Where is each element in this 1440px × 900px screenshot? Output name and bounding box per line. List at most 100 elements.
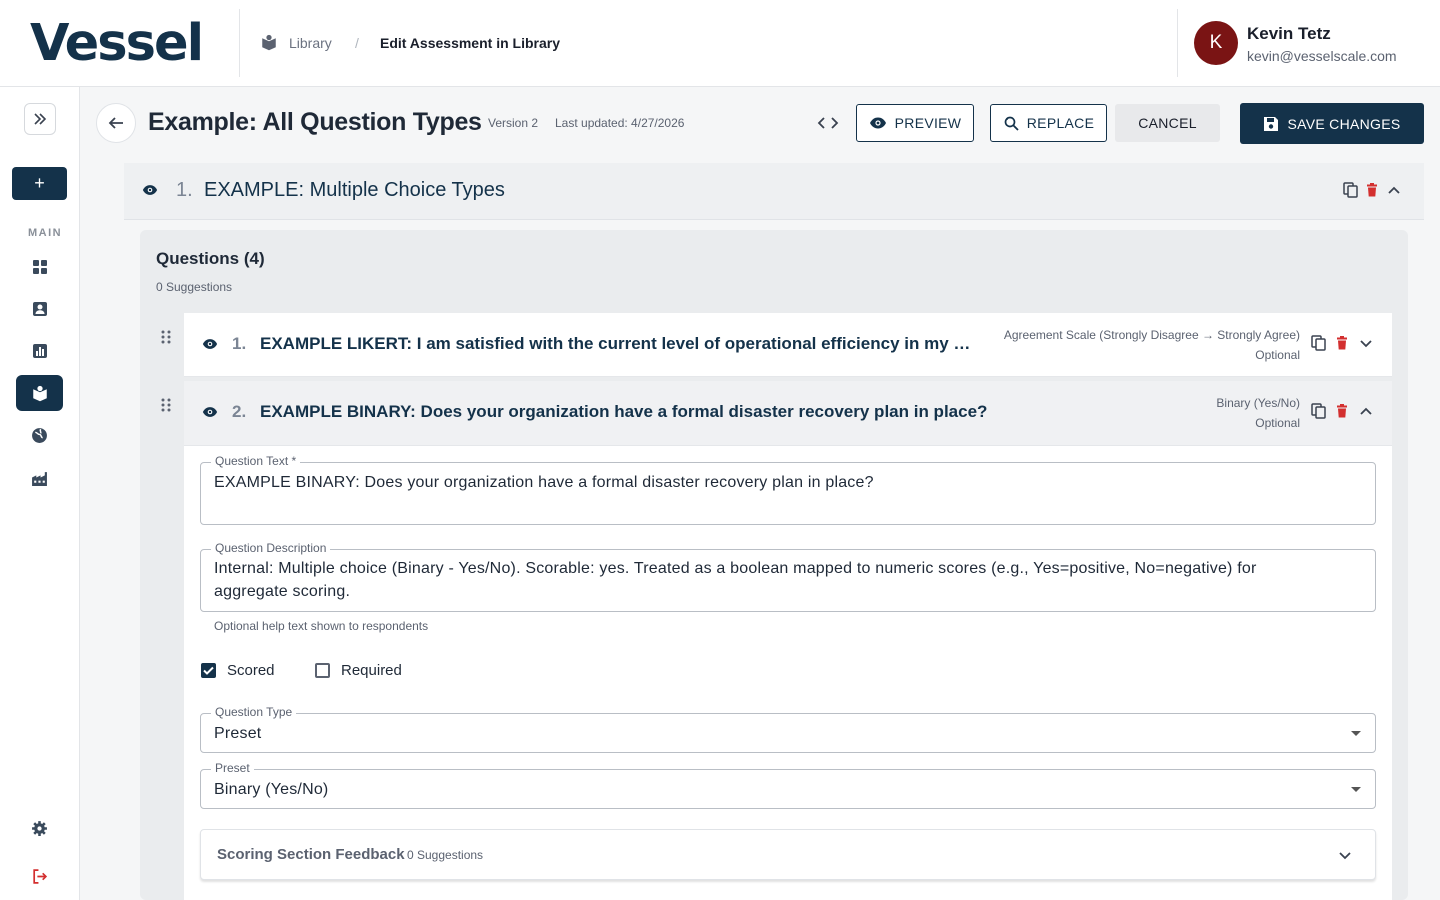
section-actions bbox=[1343, 182, 1402, 198]
add-button[interactable]: + bbox=[12, 167, 67, 200]
question-type-label: Question Type bbox=[211, 705, 297, 719]
required-checkbox[interactable] bbox=[315, 663, 330, 678]
question-type-select[interactable]: Question Type Preset bbox=[200, 705, 1376, 753]
section-number: 1. bbox=[176, 179, 193, 201]
replace-button[interactable]: REPLACE bbox=[990, 104, 1107, 142]
eye-icon[interactable] bbox=[202, 406, 218, 418]
code-view-button[interactable] bbox=[814, 110, 842, 136]
section-title: EXAMPLE: Multiple Choice Types bbox=[204, 179, 505, 201]
question-description-value[interactable]: Internal: Multiple choice (Binary - Yes/… bbox=[214, 557, 1315, 603]
question-type-value: Preset bbox=[214, 725, 262, 742]
preview-label: PREVIEW bbox=[894, 115, 962, 131]
nav-globe[interactable] bbox=[16, 417, 63, 453]
question-meta: Agreement Scale (Strongly Disagree → Str… bbox=[1004, 325, 1300, 365]
dropdown-caret-icon bbox=[1351, 787, 1361, 792]
question-text: EXAMPLE LIKERT: I am satisfied with the … bbox=[260, 334, 978, 353]
chevron-up-icon[interactable] bbox=[1358, 403, 1374, 419]
preview-button[interactable]: PREVIEW bbox=[856, 104, 974, 142]
dashboard-icon bbox=[32, 260, 47, 274]
vessel-logo[interactable]: Vessel bbox=[30, 14, 204, 73]
chevron-up-icon[interactable] bbox=[1386, 182, 1402, 198]
drag-handle-icon[interactable] bbox=[161, 330, 171, 344]
preset-label: Preset bbox=[211, 761, 254, 775]
copy-icon[interactable] bbox=[1311, 335, 1326, 351]
chevron-down-icon[interactable] bbox=[1358, 335, 1374, 351]
user-email: kevin@vesselscale.com bbox=[1247, 48, 1397, 64]
cancel-button[interactable]: CANCEL bbox=[1115, 104, 1220, 142]
question-actions bbox=[1311, 335, 1374, 351]
question-row[interactable]: 2. EXAMPLE BINARY: Does your organizatio… bbox=[184, 381, 1392, 446]
question-number: 1. bbox=[232, 334, 247, 353]
question-actions bbox=[1311, 403, 1374, 419]
last-updated-label: Last updated: 4/27/2026 bbox=[555, 116, 685, 130]
save-changes-button[interactable]: SAVE CHANGES bbox=[1240, 103, 1424, 144]
required-label[interactable]: Required bbox=[341, 662, 402, 679]
question-required-state: Optional bbox=[1255, 348, 1300, 362]
version-label: Version 2 bbox=[488, 116, 539, 130]
questions-heading: Questions (4) bbox=[156, 249, 265, 268]
chevron-down-icon[interactable] bbox=[1337, 847, 1353, 863]
section-header[interactable]: 1. EXAMPLE: Multiple Choice Types bbox=[124, 163, 1424, 220]
scoring-feedback-title: Scoring Section Feedback bbox=[217, 846, 405, 863]
suggestions-count: 0 Suggestions bbox=[156, 280, 233, 294]
eye-icon[interactable] bbox=[202, 338, 218, 350]
logout-icon bbox=[33, 868, 48, 884]
sidebar: + MAIN bbox=[0, 87, 80, 900]
replace-label: REPLACE bbox=[1026, 115, 1095, 131]
breadcrumb-separator: / bbox=[355, 35, 359, 51]
library-icon bbox=[262, 34, 276, 51]
double-chevron-right-icon bbox=[34, 113, 47, 125]
eye-icon[interactable] bbox=[142, 184, 158, 196]
find-replace-icon bbox=[1004, 116, 1019, 131]
arrow-left-icon bbox=[108, 117, 123, 129]
top-bar: Vessel Library / Edit Assessment in Libr… bbox=[0, 0, 1440, 87]
nav-dashboard[interactable] bbox=[16, 249, 63, 285]
scoring-feedback-accordion[interactable]: Scoring Section Feedback 0 Suggestions bbox=[200, 829, 1376, 880]
dropdown-caret-icon bbox=[1351, 731, 1361, 736]
globe-icon bbox=[32, 427, 47, 443]
question-description-field[interactable]: Question Description Internal: Multiple … bbox=[200, 541, 1376, 612]
breadcrumb-current: Edit Assessment in Library bbox=[380, 35, 560, 51]
settings-icon bbox=[32, 820, 47, 836]
code-icon bbox=[817, 117, 839, 129]
copy-icon[interactable] bbox=[1311, 403, 1326, 419]
helper-text: Optional help text shown to respondents bbox=[214, 619, 429, 633]
check-icon bbox=[203, 666, 214, 675]
scored-checkbox[interactable] bbox=[201, 663, 216, 678]
question-required-state: Optional bbox=[1255, 416, 1300, 430]
question-text-value[interactable]: EXAMPLE BINARY: Does your organization h… bbox=[214, 471, 874, 494]
preset-value: Binary (Yes/No) bbox=[214, 781, 329, 798]
question-meta: Binary (Yes/No) Optional bbox=[1216, 393, 1300, 433]
question-text-field[interactable]: Question Text * EXAMPLE BINARY: Does you… bbox=[200, 454, 1376, 525]
drag-handle-icon[interactable] bbox=[161, 398, 171, 412]
question-row[interactable]: 1. EXAMPLE LIKERT: I am satisfied with t… bbox=[184, 313, 1392, 377]
scoring-feedback-suggestions: 0 Suggestions bbox=[407, 848, 484, 862]
preset-select[interactable]: Preset Binary (Yes/No) bbox=[200, 761, 1376, 809]
nav-contacts[interactable] bbox=[16, 291, 63, 327]
copy-icon[interactable] bbox=[1343, 182, 1358, 198]
nav-library[interactable] bbox=[16, 375, 63, 411]
avatar[interactable]: K bbox=[1194, 21, 1238, 65]
factory-icon bbox=[32, 471, 47, 486]
question-scale: Agreement Scale (Strongly Disagree → Str… bbox=[1003, 328, 1300, 342]
trash-icon[interactable] bbox=[1336, 404, 1348, 418]
nav-factory[interactable] bbox=[16, 460, 63, 496]
save-icon bbox=[1264, 116, 1279, 131]
nav-section-label: MAIN bbox=[28, 227, 63, 239]
nav-logout[interactable] bbox=[16, 858, 63, 894]
expand-sidebar-button[interactable] bbox=[24, 103, 56, 135]
trash-icon[interactable] bbox=[1366, 183, 1378, 197]
nav-reports[interactable] bbox=[16, 333, 63, 369]
cancel-label: CANCEL bbox=[1138, 115, 1197, 131]
divider bbox=[239, 9, 240, 77]
back-button[interactable] bbox=[96, 103, 136, 143]
question-number: 2. bbox=[232, 402, 247, 421]
trash-icon[interactable] bbox=[1336, 336, 1348, 350]
save-changes-label: SAVE CHANGES bbox=[1287, 115, 1401, 132]
nav-settings[interactable] bbox=[16, 810, 63, 846]
breadcrumb-library-link[interactable]: Library bbox=[289, 35, 332, 51]
user-name: Kevin Tetz bbox=[1247, 24, 1331, 43]
scored-label[interactable]: Scored bbox=[227, 662, 275, 679]
contacts-icon bbox=[32, 302, 47, 316]
question-description-label: Question Description bbox=[211, 541, 331, 555]
